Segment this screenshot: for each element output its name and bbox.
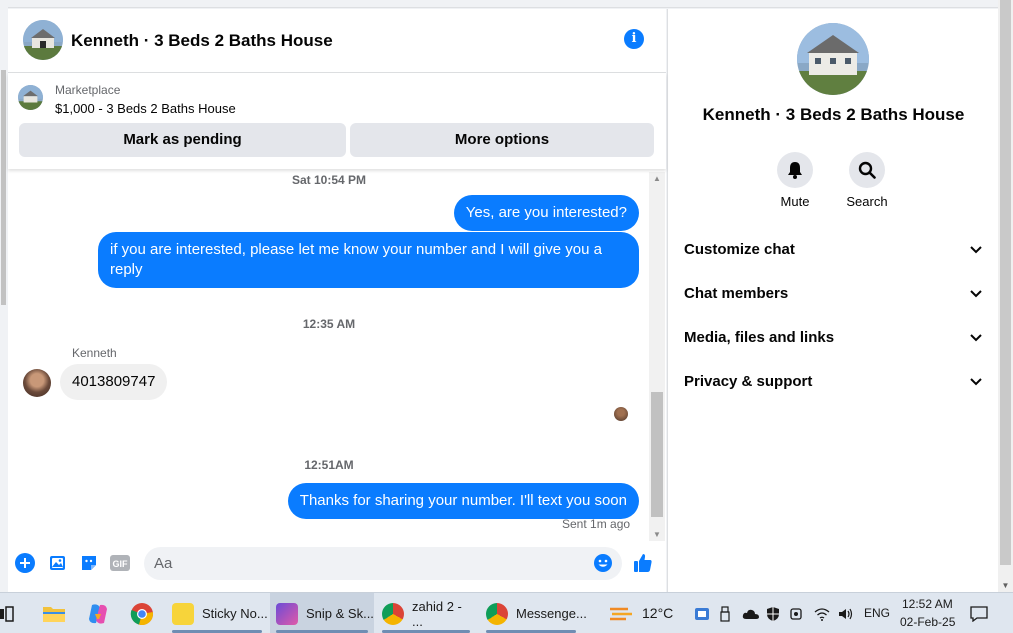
timestamp: 12:51AM	[304, 458, 354, 472]
taskbar-app-label: Sticky No...	[202, 606, 268, 621]
chevron-down-icon	[968, 282, 984, 306]
windows-taskbar: Sticky No... Snip & Sk... zahid 2 - ... …	[0, 592, 1013, 633]
section-chat-members[interactable]: Chat members	[684, 282, 984, 306]
wifi-icon[interactable]	[814, 593, 832, 633]
section-label: Chat members	[684, 285, 789, 302]
volume-icon[interactable]	[838, 593, 856, 633]
chevron-down-icon	[968, 370, 984, 394]
section-customize-chat[interactable]: Customize chat	[684, 238, 984, 262]
chat-header: Kenneth · 3 Beds 2 Baths House i	[8, 9, 666, 73]
snip-sketch-icon	[276, 602, 298, 625]
notifications-icon[interactable]	[970, 593, 992, 633]
scroll-down-arrow[interactable]: ▼	[998, 581, 1013, 590]
file-explorer-icon[interactable]	[42, 593, 68, 633]
listing-profile-image[interactable]	[797, 23, 869, 95]
mute-button[interactable]: Mute	[765, 152, 825, 209]
taskbar-app-label: Snip & Sk...	[306, 606, 374, 621]
mark-as-pending-button[interactable]: Mark as pending	[19, 123, 346, 157]
emoji-icon[interactable]	[592, 552, 614, 574]
message-scrollbar-thumb[interactable]	[651, 392, 663, 517]
info-icon[interactable]: i	[624, 29, 644, 49]
window-top-edge	[8, 0, 998, 8]
clock-date[interactable]: 02-Feb-25	[900, 615, 955, 629]
taskbar-app-chrome-zahid[interactable]: zahid 2 - ...	[376, 593, 476, 633]
chat-title[interactable]: Kenneth · 3 Beds 2 Baths House	[71, 31, 333, 51]
listing-avatar[interactable]	[23, 20, 63, 60]
chrome-icon[interactable]	[130, 593, 156, 633]
message-status: Sent 1m ago	[562, 517, 631, 531]
scroll-up-arrow[interactable]: ▲	[649, 172, 665, 186]
taskbar-app-chrome-messenger[interactable]: Messenge...	[480, 593, 587, 633]
gif-icon[interactable]: GIF	[109, 552, 131, 574]
usb-icon[interactable]	[720, 593, 734, 633]
panel-title: Kenneth · 3 Beds 2 Baths House	[702, 105, 965, 124]
messenger-window: Kenneth · 3 Beds 2 Baths House i Marketp…	[0, 0, 1013, 592]
timestamp: Sat 10:54 PM	[291, 173, 367, 187]
security-shield-icon[interactable]	[766, 593, 784, 633]
marketplace-card: Marketplace $1,000 - 3 Beds 2 Baths Hous…	[8, 73, 666, 169]
section-privacy-support[interactable]: Privacy & support	[684, 370, 984, 394]
window-scrollbar-thumb[interactable]	[1000, 0, 1011, 565]
outgoing-message[interactable]: if you are interested, please let me kno…	[98, 232, 639, 288]
section-media-files-links[interactable]: Media, files and links	[684, 326, 984, 350]
taskbar-app-label: Messenge...	[516, 606, 587, 621]
svg-text:GIF: GIF	[113, 559, 129, 569]
sticky-notes-icon	[172, 602, 194, 625]
taskbar-app-sticky-notes[interactable]: Sticky No...	[166, 593, 268, 633]
sticker-icon[interactable]	[78, 552, 100, 574]
composer: GIF	[8, 541, 666, 592]
outgoing-message[interactable]: Yes, are you interested?	[453, 195, 639, 231]
copilot-icon[interactable]	[86, 593, 112, 633]
taskbar-app-snip-sketch[interactable]: Snip & Sk...	[270, 593, 374, 633]
seen-avatar	[614, 407, 628, 421]
chrome-icon	[382, 602, 404, 625]
incoming-message[interactable]: 4013809747	[60, 364, 168, 400]
image-icon[interactable]	[47, 552, 69, 574]
listing-thumbnail[interactable]	[18, 85, 43, 110]
marketplace-label: Marketplace	[55, 83, 121, 97]
left-scrollbar[interactable]	[0, 0, 8, 592]
mute-label: Mute	[780, 194, 810, 209]
search-button[interactable]: Search	[837, 152, 897, 209]
search-icon[interactable]	[849, 152, 885, 188]
message-list: Sat 10:54 PM Yes, are you interested? if…	[8, 169, 650, 541]
chevron-down-icon	[968, 326, 984, 350]
chevron-down-icon	[968, 238, 984, 262]
conversation-info-panel: Kenneth · 3 Beds 2 Baths House Mute Sear…	[667, 9, 998, 592]
search-label: Search	[846, 194, 888, 209]
section-label: Privacy & support	[684, 373, 813, 390]
scroll-down-arrow[interactable]: ▼	[649, 528, 665, 542]
bell-icon[interactable]	[777, 152, 813, 188]
more-options-button[interactable]: More options	[350, 123, 654, 157]
sender-name: Kenneth	[72, 346, 117, 360]
chat-pane: Kenneth · 3 Beds 2 Baths House i Marketp…	[8, 9, 666, 592]
plus-icon[interactable]	[14, 552, 36, 574]
input-language[interactable]: ENG	[864, 606, 890, 620]
message-input[interactable]	[154, 547, 574, 580]
sender-avatar[interactable]	[23, 369, 51, 397]
task-view-icon[interactable]	[0, 593, 16, 633]
window-scrollbar[interactable]: ▼	[998, 0, 1013, 592]
like-icon[interactable]	[632, 552, 654, 574]
listing-price-title[interactable]: $1,000 - 3 Beds 2 Baths House	[55, 101, 236, 116]
tray-app-icon[interactable]	[694, 593, 712, 633]
meet-now-icon[interactable]	[790, 593, 806, 633]
weather-icon[interactable]	[608, 593, 636, 633]
message-scrollbar[interactable]: ▲ ▼	[649, 172, 665, 542]
onedrive-cloud-icon[interactable]	[742, 593, 760, 633]
section-label: Customize chat	[684, 241, 795, 258]
chrome-icon	[486, 602, 508, 625]
clock-time[interactable]: 12:52 AM	[902, 597, 953, 611]
message-input-wrapper	[144, 547, 622, 580]
outgoing-message[interactable]: Thanks for sharing your number. I'll tex…	[287, 483, 639, 519]
left-scrollbar-thumb[interactable]	[1, 70, 6, 305]
section-label: Media, files and links	[684, 329, 835, 346]
weather-temperature[interactable]: 12°C	[642, 605, 673, 621]
taskbar-app-label: zahid 2 - ...	[412, 598, 462, 629]
timestamp: 12:35 AM	[302, 317, 356, 331]
